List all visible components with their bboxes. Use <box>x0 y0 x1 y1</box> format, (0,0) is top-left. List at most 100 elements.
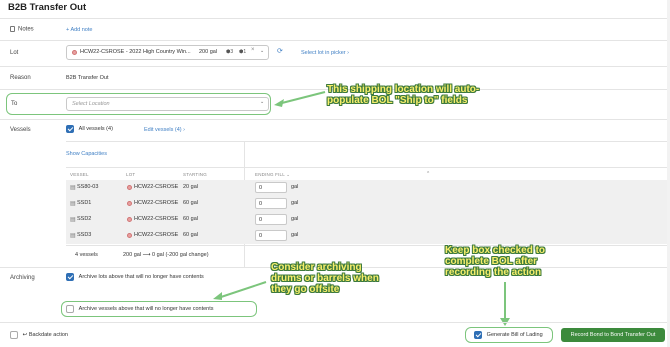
divider <box>0 40 670 41</box>
to-placeholder: Select Location <box>72 101 110 107</box>
row-lot: HCW22-CSROSE <box>134 184 179 190</box>
lot-color-dot <box>127 217 132 222</box>
row-starting: 20 gal <box>183 184 198 190</box>
reason-value: B2B Transfer Out <box>66 75 109 81</box>
unit-label: gal <box>291 200 299 206</box>
unit-label: gal <box>291 216 299 222</box>
checkbox-unchecked[interactable] <box>10 331 18 339</box>
lot-color-dot <box>72 50 77 55</box>
row-lot: HCW22-CSROSE <box>134 216 179 222</box>
annotation-arrow-bol <box>500 282 510 326</box>
divider <box>66 245 670 246</box>
to-label: To <box>11 101 18 107</box>
archive-vessels-label: Archive vessels above that will no longe… <box>78 306 214 312</box>
all-vessels-checkbox[interactable]: All vessels (4) <box>66 125 113 135</box>
barrel-icon: ▤ <box>70 233 76 239</box>
show-capacities-link[interactable]: Show Capacities <box>66 151 107 157</box>
barrel-icon: ▤ <box>70 201 76 207</box>
divider <box>0 322 670 323</box>
add-note-label: Add note <box>70 27 93 33</box>
lot-badge-a: ⬢3 <box>226 49 234 55</box>
backdate-icon: ↩ <box>22 332 28 338</box>
record-transfer-button[interactable]: Record Bond to Bond Transfer Out <box>561 328 665 342</box>
archive-lots-label: Archive lots above that will no longer h… <box>78 274 204 280</box>
backdate-action-checkbox[interactable]: ↩ Backdate action <box>10 331 68 341</box>
chevron-down-icon[interactable]: ⌄ <box>260 48 264 54</box>
lot-color-dot <box>127 201 132 206</box>
divider <box>0 18 670 19</box>
checkbox-unchecked[interactable] <box>66 305 74 313</box>
generate-bol-checkbox[interactable]: Generate Bill of Lading <box>474 331 543 341</box>
edit-vessels-link[interactable]: Edit vessels (4) › <box>144 127 185 133</box>
chevron-down-icon: ⌄ <box>260 99 265 105</box>
divider <box>0 119 670 120</box>
to-location-select[interactable]: Select Location ⌄ <box>66 97 269 111</box>
clear-icon[interactable]: × <box>251 47 255 53</box>
generate-bol-label: Generate Bill of Lading <box>486 332 543 338</box>
ending-fill-input[interactable]: 0 <box>255 214 287 225</box>
backdate-label: ↩ Backdate action <box>22 332 68 338</box>
annotation-archiving: Consider archiving drums or barrels when… <box>271 262 379 295</box>
annotation-bol: Keep box checked to complete BOL after r… <box>445 245 546 278</box>
row-starting: 60 gal <box>183 200 198 206</box>
ending-fill-input[interactable]: 0 <box>255 198 287 209</box>
ending-fill-input[interactable]: 0 <box>255 182 287 193</box>
lot-label: Lot <box>10 50 19 56</box>
table-row: ▤ SSD2 HCW22-CSROSE 60 gal 0 gal <box>66 212 669 228</box>
col-header-starting: STARTING <box>183 172 207 177</box>
vessel-name: SSD1 <box>77 200 92 206</box>
lot-select[interactable]: HCW22-CSROSE - 2022 High Country Win... … <box>66 45 269 60</box>
divider <box>66 141 670 142</box>
note-icon <box>10 26 15 32</box>
barrel-icon: ▤ <box>70 185 76 191</box>
row-starting: 60 gal <box>183 216 198 222</box>
ending-fill-input[interactable]: 0 <box>255 230 287 241</box>
chevron-up-icon[interactable]: ⌃ <box>426 171 430 177</box>
annotation-shipping: This shipping location will auto-populat… <box>327 84 480 106</box>
vessel-name: SSD3 <box>77 232 92 238</box>
add-note-link[interactable]: + Add note <box>66 27 92 33</box>
select-lot-in-picker-link[interactable]: Select lot in picker › <box>301 50 349 56</box>
checkbox-checked[interactable] <box>474 331 482 339</box>
table-row: ▤ SSD1 HCW22-CSROSE 60 gal 0 gal <box>66 196 669 212</box>
volume-change-summary: 200 gal ⟶ 0 gal (-200 gal change) <box>123 252 209 258</box>
unit-label: gal <box>291 184 299 190</box>
vessel-name: SSD2 <box>77 216 92 222</box>
checkbox-checked[interactable] <box>66 125 74 133</box>
row-lot: HCW22-CSROSE <box>134 232 179 238</box>
archive-vessels-checkbox[interactable]: Archive vessels above that will no longe… <box>66 305 214 315</box>
row-starting: 60 gal <box>183 232 198 238</box>
reason-label: Reason <box>10 75 31 81</box>
vessels-label: Vessels <box>10 127 31 133</box>
divider <box>0 66 670 67</box>
col-header-lot: LOT <box>126 172 136 177</box>
refresh-icon[interactable]: ⟳ <box>277 47 283 55</box>
select-lot-label: Select lot in picker <box>301 50 346 56</box>
table-row: ▤ SSD3 HCW22-CSROSE 60 gal 0 gal <box>66 228 669 244</box>
unit-label: gal <box>291 232 299 238</box>
archive-lots-checkbox[interactable]: Archive lots above that will no longer h… <box>66 273 204 283</box>
lot-color-dot <box>127 185 132 190</box>
vessel-name: SS80-03 <box>77 184 99 190</box>
all-vessels-label: All vessels (4) <box>78 126 113 132</box>
notes-label: Notes <box>18 26 34 33</box>
annotation-arrow-archiving <box>213 281 267 300</box>
chevron-right-icon: › <box>347 50 350 56</box>
table-row: ▤ SS80-03 HCW22-CSROSE 20 gal 0 gal <box>66 180 669 196</box>
archiving-label: Archiving <box>10 275 35 281</box>
lot-selected-value: HCW22-CSROSE - 2022 High Country Win... <box>80 49 191 55</box>
edit-vessels-label: Edit vessels (4) <box>144 127 182 133</box>
col-header-ending-fill[interactable]: ENDING FILL ⌄ <box>255 172 290 178</box>
barrel-icon: ▤ <box>70 217 76 223</box>
annotation-arrow-to <box>274 91 326 107</box>
lot-volume: 200 gal <box>199 49 218 55</box>
notes-section: Notes <box>10 26 34 33</box>
checkbox-checked[interactable] <box>66 273 74 281</box>
divider <box>66 167 670 168</box>
row-lot: HCW22-CSROSE <box>134 200 179 206</box>
page-title: B2B Transfer Out <box>8 2 87 13</box>
chevron-right-icon: › <box>183 127 185 133</box>
ending-fill-label: ENDING FILL <box>255 172 285 177</box>
lot-badge-b: ⬢1 <box>239 49 247 55</box>
col-header-vessel: VESSEL <box>70 172 89 177</box>
